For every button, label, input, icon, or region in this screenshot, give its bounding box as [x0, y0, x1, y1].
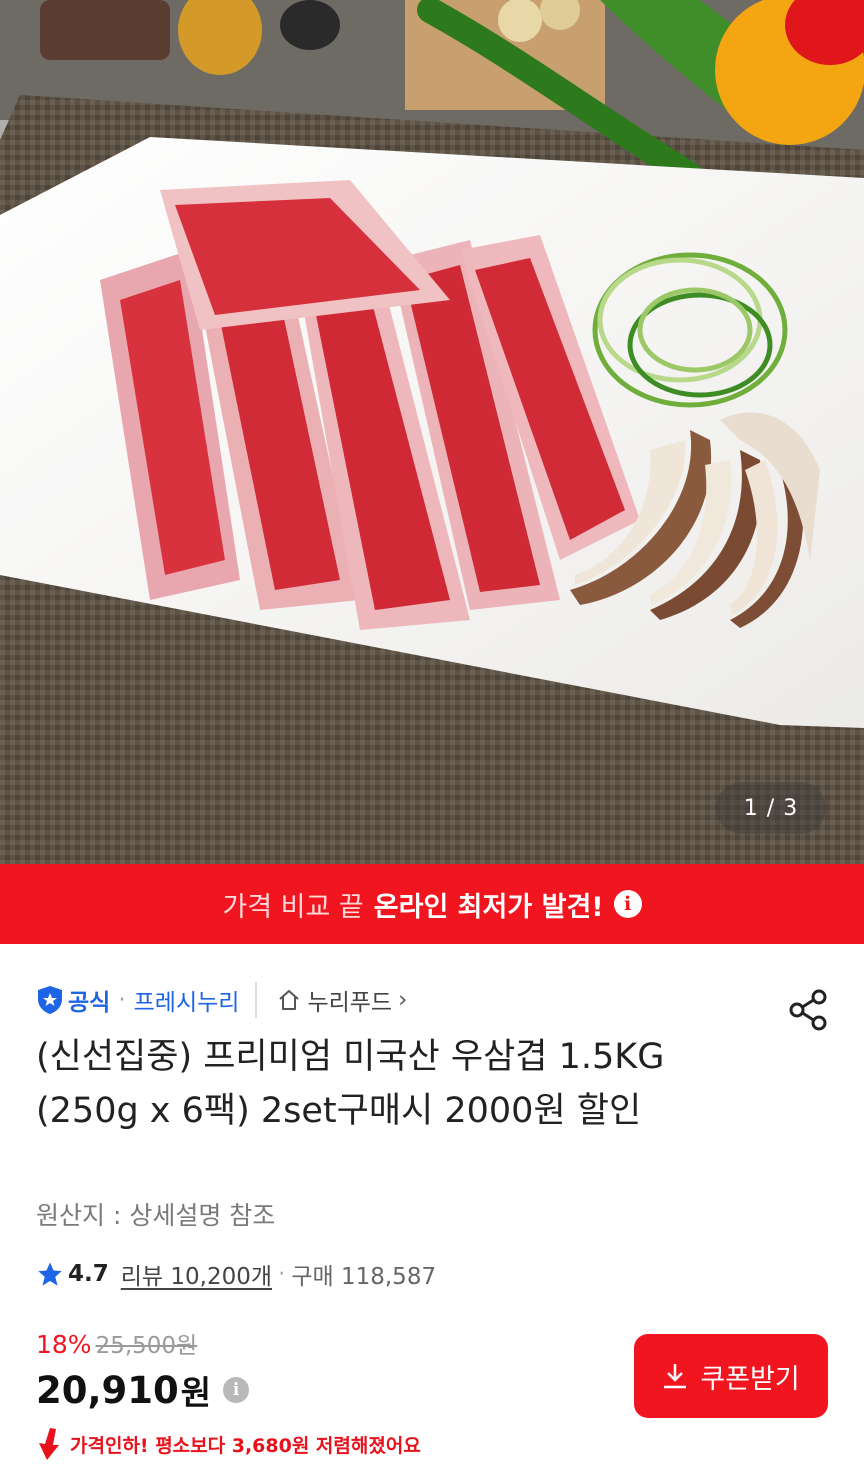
home-icon — [279, 990, 300, 1010]
seller-separator: · — [118, 987, 126, 1013]
price-drop-notice: 가격인하! 평소보다 3,680원 저렴해졌어요 — [36, 1424, 478, 1464]
info-icon[interactable]: i — [613, 890, 642, 918]
seller-divider — [255, 982, 258, 1018]
official-label: 공식 — [68, 990, 111, 1016]
shield-star-icon — [38, 986, 62, 1014]
rating-score: 4.7 — [68, 1261, 109, 1287]
banner-bold-text: 온라인 최저가 발견! — [373, 891, 604, 923]
coupon-label: 쿠폰받기 — [700, 1363, 800, 1395]
brand-name: 누리푸드 — [307, 990, 393, 1016]
price-drop-text: 가격인하! 평소보다 3,680원 저렴해졌어요 — [70, 1434, 421, 1457]
seller-row: 공식 · 프레시누리 누리푸드 › — [36, 980, 407, 1020]
original-price: 25,500원 — [95, 1333, 198, 1359]
sale-price: 20,910 — [36, 1368, 179, 1412]
price-discount-row: 18% 25,500원 — [36, 1326, 197, 1360]
star-icon — [38, 1262, 62, 1286]
arrow-down-icon — [39, 1428, 59, 1460]
chevron-right-icon: › — [398, 987, 408, 1013]
rating-separator: · — [278, 1261, 286, 1287]
sale-price-unit: 원 — [180, 1373, 212, 1412]
product-title: (신선집중) 프리미엄 미국산 우삼겹 1.5KG (250g x 6팩) 2s… — [36, 1037, 665, 1131]
store-name-link[interactable]: 프레시누리 — [134, 983, 240, 1017]
price-info-icon[interactable]: i — [223, 1377, 250, 1403]
brand-link[interactable]: 누리푸드 › — [277, 983, 407, 1017]
product-photo — [0, 0, 864, 864]
share-icon[interactable] — [786, 988, 830, 1032]
rating-row: 4.7 리뷰 10,200개 · 구매 118,587 — [36, 1254, 436, 1294]
sale-price-row: 20,910 원 i — [36, 1366, 250, 1414]
official-badge: 공식 — [36, 983, 110, 1017]
origin-info: 원산지 : 상세설명 참조 — [36, 1201, 276, 1230]
discount-rate: 18% — [36, 1330, 92, 1359]
product-image[interactable]: 1 / 3 — [0, 0, 864, 864]
purchase-count: 구매 118,587 — [291, 1264, 437, 1290]
banner-light-text: 가격 비교 끝 — [222, 891, 364, 923]
image-counter: 1 / 3 — [716, 782, 826, 834]
download-icon — [664, 1364, 687, 1389]
lowest-price-banner[interactable]: 가격 비교 끝 온라인 최저가 발견! i — [0, 864, 864, 944]
coupon-button[interactable]: 쿠폰받기 — [634, 1334, 828, 1418]
review-count-link[interactable]: 리뷰 10,200개 — [121, 1257, 272, 1291]
